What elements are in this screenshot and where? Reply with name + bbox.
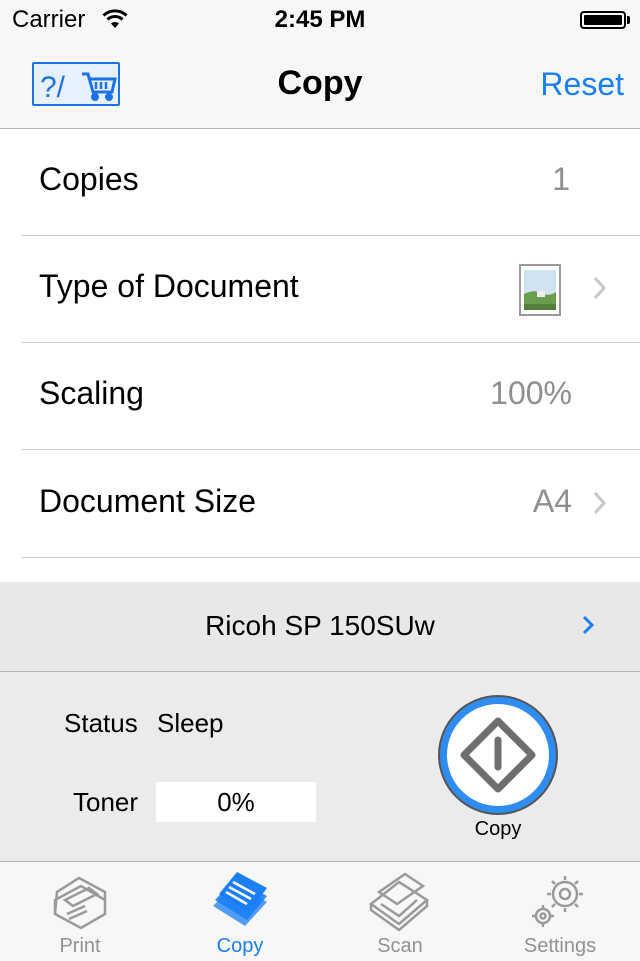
toner-value: 0% xyxy=(217,787,255,817)
document-size-label: Document Size xyxy=(39,483,256,519)
gears-icon xyxy=(532,876,583,927)
status-label: Status xyxy=(64,708,138,738)
tab-settings[interactable]: Settings xyxy=(480,862,640,961)
status-value: Sleep xyxy=(157,708,224,738)
document-type-row[interactable]: Type of Document xyxy=(0,236,640,343)
copies-label: Copies xyxy=(39,161,139,197)
start-copy-button[interactable] xyxy=(437,694,559,816)
printer-selector[interactable]: Ricoh SP 150SUw xyxy=(0,582,640,672)
scanner-icon xyxy=(368,872,430,932)
tab-print[interactable]: Print xyxy=(0,862,160,961)
document-size-row[interactable]: Document Size A4 xyxy=(0,451,640,558)
start-copy-label: Copy xyxy=(474,818,522,840)
document-type-label: Type of Document xyxy=(39,268,299,304)
tab-bar: Print Copy Scan Settings xyxy=(0,861,640,961)
scaling-row[interactable]: Scaling 100% xyxy=(0,343,640,450)
tab-copy-label: Copy xyxy=(216,935,264,957)
row-divider xyxy=(22,449,640,450)
tab-copy[interactable]: Copy xyxy=(160,862,320,961)
printer-name: Ricoh SP 150SUw xyxy=(205,610,435,641)
scaling-label: Scaling xyxy=(39,375,144,411)
copies-row[interactable]: Copies 1 xyxy=(0,129,640,236)
tab-settings-label: Settings xyxy=(523,935,597,957)
chevron-right-icon xyxy=(593,276,607,300)
tab-print-label: Print xyxy=(59,935,101,957)
photo-document-icon xyxy=(519,264,561,316)
copy-documents-icon xyxy=(213,872,267,926)
row-divider xyxy=(22,557,640,558)
toner-label: Toner xyxy=(73,787,139,817)
tab-scan-label: Scan xyxy=(377,935,423,957)
chevron-right-icon xyxy=(593,491,607,515)
document-size-value: A4 xyxy=(532,483,572,519)
scaling-value: 100% xyxy=(490,375,572,411)
chevron-right-icon xyxy=(582,615,595,635)
status-time: 2:45 PM xyxy=(274,6,366,33)
tab-scan[interactable]: Scan xyxy=(320,862,480,961)
copies-value: 1 xyxy=(552,161,570,197)
battery-icon xyxy=(580,11,626,29)
printer-icon xyxy=(53,876,107,930)
reset-button[interactable]: Reset xyxy=(520,66,624,103)
battery-tip xyxy=(627,16,630,24)
